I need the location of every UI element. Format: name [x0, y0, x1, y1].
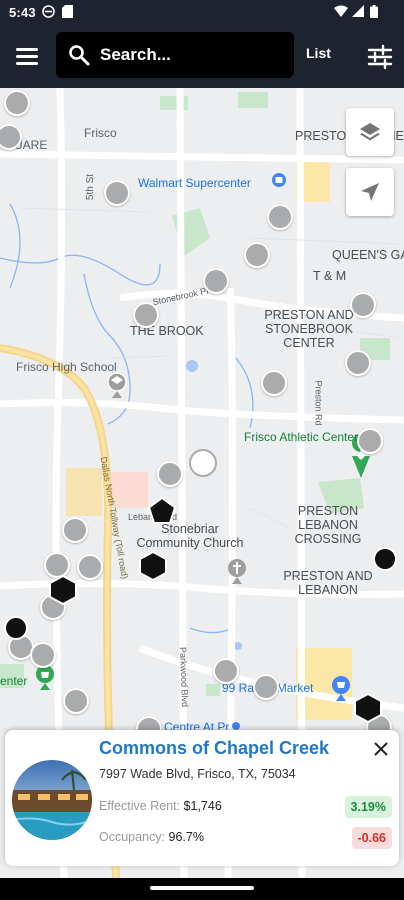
- close-card-button[interactable]: [370, 738, 392, 760]
- frisco-high-pin-icon: [107, 372, 127, 398]
- map-label-stonebriar-church: Stonebriar Community Church: [136, 522, 244, 550]
- property-marker[interactable]: [261, 370, 287, 396]
- property-marker-hexagon[interactable]: [49, 575, 77, 605]
- map-label-queens-gate: QUEEN'S GATE: [332, 248, 404, 262]
- map-label-preston-lebanon-crossing: PRESTON LEBANON CROSSING: [294, 504, 362, 546]
- map-label-5th-st: 5th St: [85, 173, 97, 201]
- property-marker[interactable]: [133, 302, 159, 328]
- property-marker-hexagon[interactable]: [139, 551, 167, 581]
- property-marker[interactable]: [357, 428, 383, 454]
- map-label-frisco-high: Frisco High School: [16, 360, 117, 374]
- property-marker-dark[interactable]: [373, 547, 397, 571]
- vpn-icon: [42, 5, 55, 18]
- status-bar: 5:43: [0, 0, 404, 26]
- search-box[interactable]: [56, 32, 294, 78]
- occupancy-row: Occupancy: 96.7%: [99, 830, 204, 844]
- map-label-walmart: Walmart Supercenter: [138, 176, 251, 190]
- property-marker[interactable]: [4, 90, 30, 116]
- property-marker[interactable]: [253, 674, 279, 700]
- location-arrow-icon: [361, 183, 379, 201]
- property-title[interactable]: Commons of Chapel Creek: [99, 738, 329, 759]
- property-marker-dark[interactable]: [4, 616, 28, 640]
- property-marker-pentagon[interactable]: [148, 497, 176, 525]
- property-marker[interactable]: [203, 268, 229, 294]
- occupancy-change-badge: -0.66: [351, 827, 392, 849]
- map-label-preston-stonebrook: PRESTON AND STONEBROOK CENTER: [264, 308, 354, 350]
- property-address: 7997 Wade Blvd, Frisco, TX, 75034: [99, 767, 296, 781]
- property-marker[interactable]: [350, 292, 376, 318]
- effective-rent-change-badge: 3.19%: [344, 796, 392, 818]
- menu-button[interactable]: [10, 40, 44, 74]
- app-bar: List: [0, 26, 404, 88]
- signal-icon: [352, 5, 364, 17]
- sd-card-icon: [62, 5, 73, 18]
- property-card[interactable]: Commons of Chapel Creek 7997 Wade Blvd, …: [5, 730, 399, 866]
- effective-rent-label: Effective Rent:: [99, 799, 181, 813]
- property-marker[interactable]: [30, 642, 56, 668]
- property-marker[interactable]: [77, 554, 103, 580]
- wifi-icon: [334, 5, 348, 17]
- home-gesture-handle[interactable]: [150, 886, 254, 890]
- map-layers-button[interactable]: [346, 108, 394, 156]
- occupancy-value: 96.7%: [168, 830, 204, 844]
- center-left-pin-icon: [36, 665, 54, 690]
- property-marker[interactable]: [63, 688, 89, 714]
- map-label-preston-and-lebanon: PRESTON AND LEBANON: [283, 569, 373, 597]
- property-marker[interactable]: [104, 180, 130, 206]
- list-view-button[interactable]: List: [306, 45, 331, 61]
- property-marker-hexagon[interactable]: [354, 693, 382, 723]
- system-nav-bar: [0, 878, 404, 900]
- property-marker-selected[interactable]: [189, 449, 217, 477]
- occupancy-label: Occupancy:: [99, 830, 166, 844]
- property-marker[interactable]: [62, 517, 88, 543]
- property-marker[interactable]: [157, 461, 183, 487]
- map-label-frisco: Frisco: [84, 126, 117, 140]
- property-marker[interactable]: [244, 242, 270, 268]
- map-label-t-and-m: T & M: [313, 269, 347, 283]
- filter-button[interactable]: [365, 42, 395, 72]
- map-label-parkwood: Parkwood Blvd: [177, 646, 191, 708]
- map-label-frisco-athletic: Frisco Athletic Center: [244, 430, 359, 444]
- property-marker[interactable]: [345, 350, 371, 376]
- status-time: 5:43: [9, 5, 36, 20]
- battery-icon: [370, 5, 378, 18]
- map-label-center-left: enter: [0, 674, 28, 688]
- effective-rent-row: Effective Rent: $1,746: [99, 799, 222, 813]
- layers-icon: [360, 123, 380, 141]
- property-marker[interactable]: [213, 658, 239, 684]
- close-icon: [374, 742, 388, 756]
- effective-rent-value: $1,746: [183, 799, 222, 813]
- map-label-preston-rd: Preston Rd: [313, 380, 324, 426]
- search-icon: [69, 45, 90, 66]
- walmart-pin-icon: [272, 173, 286, 187]
- property-marker[interactable]: [267, 204, 293, 230]
- filter-sliders-icon: [367, 44, 393, 70]
- property-photo: [12, 760, 92, 840]
- my-location-button[interactable]: [346, 168, 394, 216]
- search-input[interactable]: [100, 40, 286, 70]
